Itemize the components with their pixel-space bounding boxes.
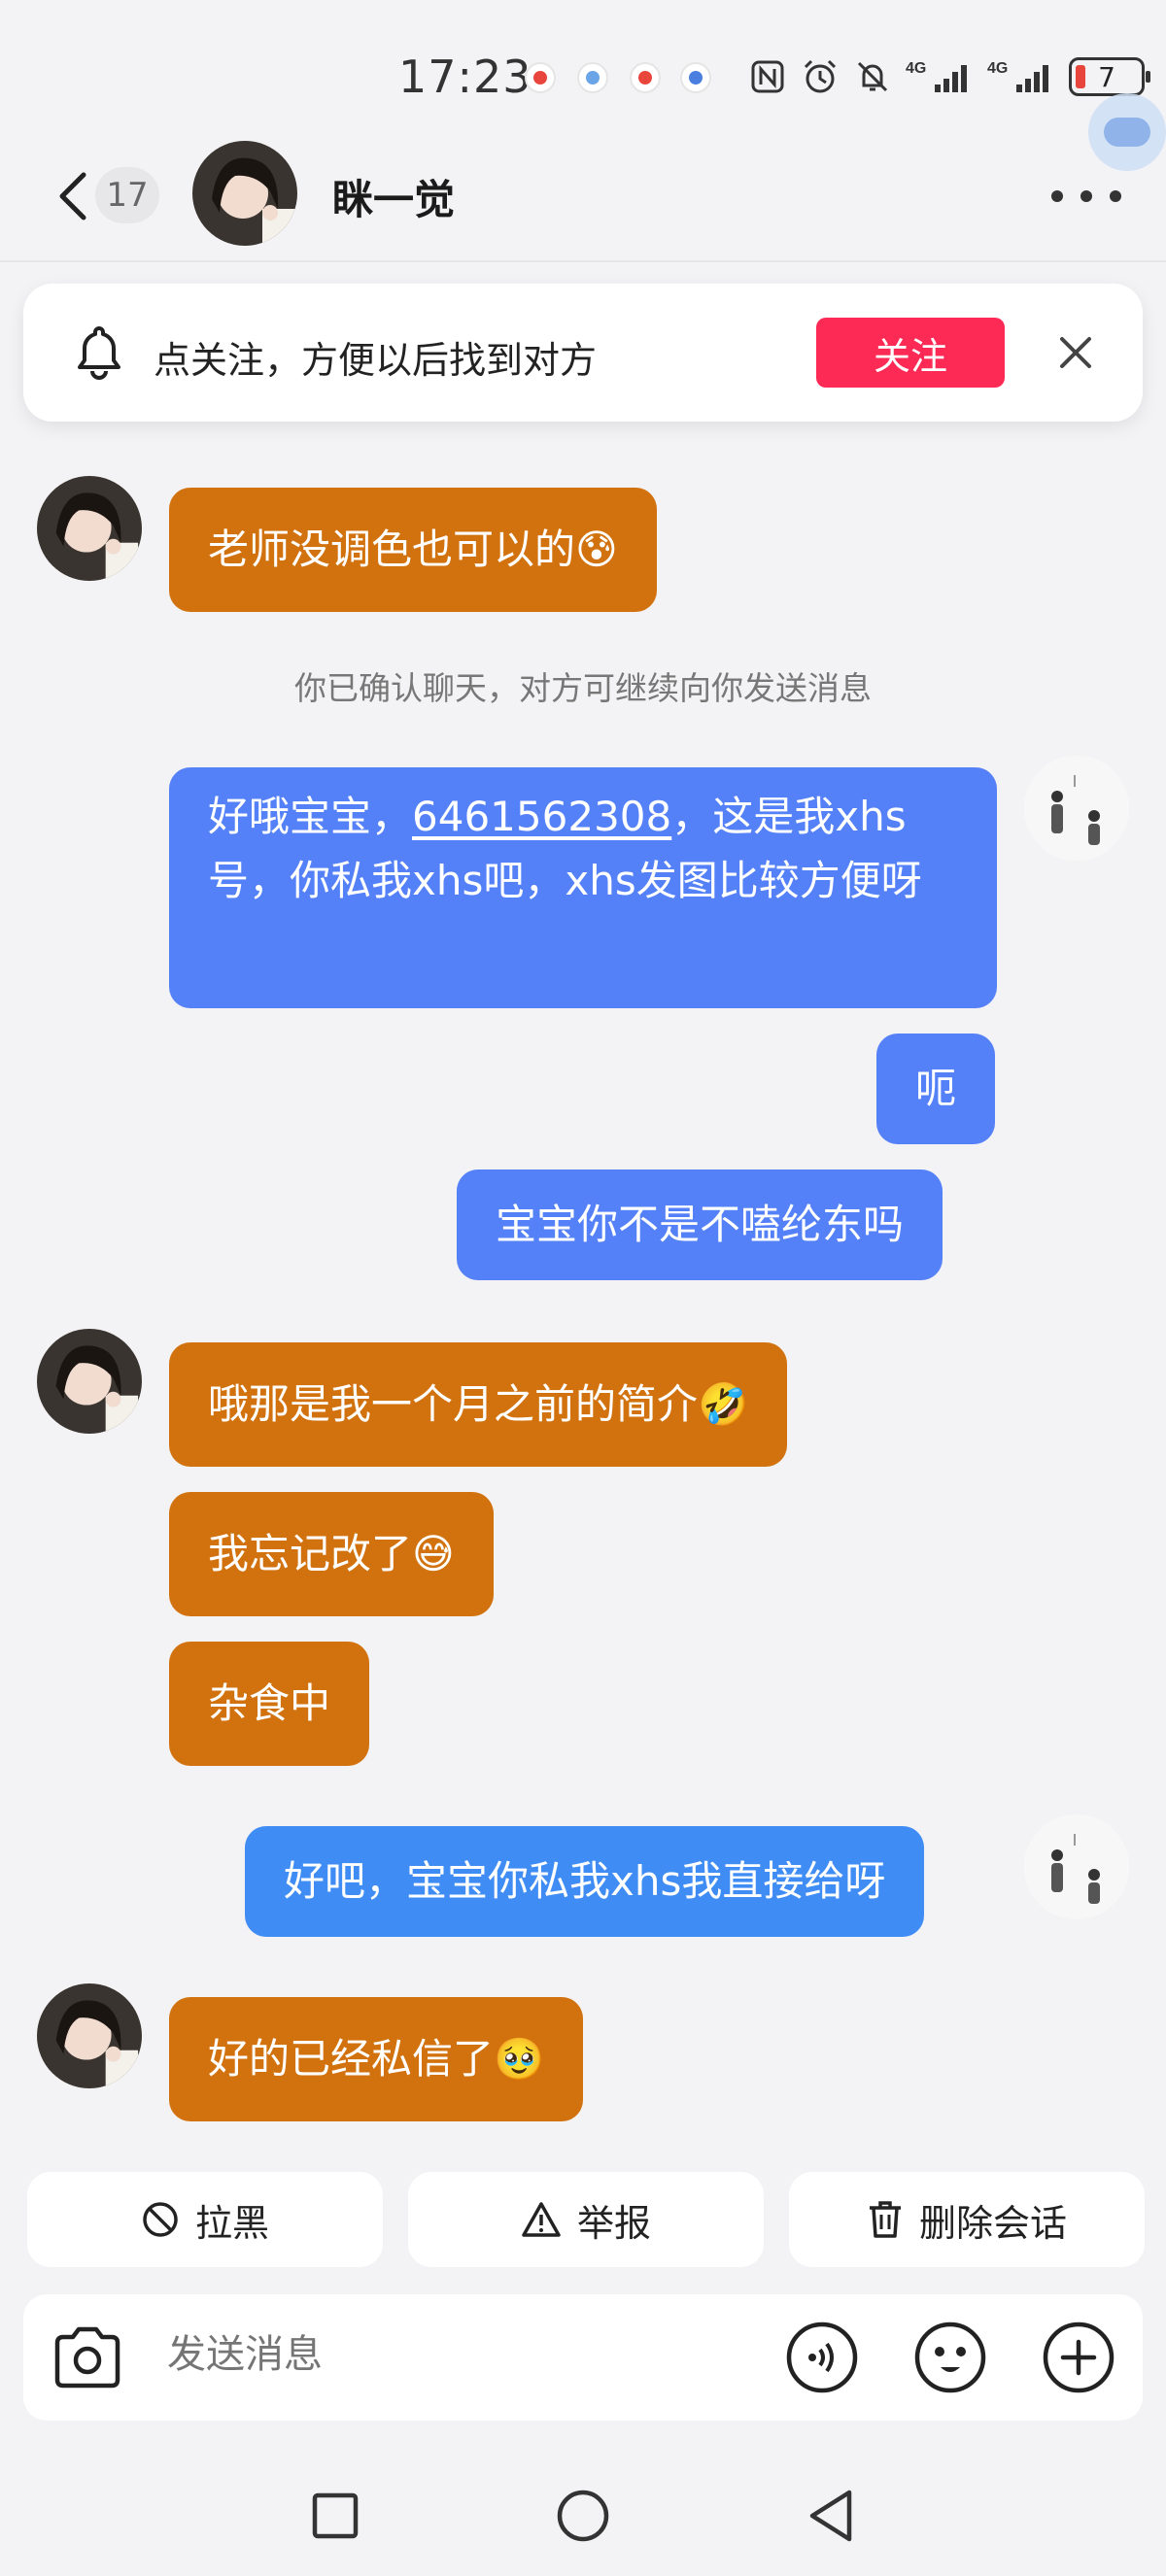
warning-icon: [522, 2202, 561, 2237]
unread-count-badge: 17: [95, 167, 159, 223]
phone-number-link[interactable]: 6461562308: [412, 793, 671, 840]
close-icon: [1060, 337, 1091, 368]
nfc-icon: [748, 57, 787, 96]
incoming-message-bubble[interactable]: 我忘记改了😅: [169, 1492, 494, 1616]
block-button[interactable]: 拉黑: [27, 2172, 383, 2267]
plus-icon: [1043, 2322, 1115, 2393]
notification-app-icon: [680, 62, 711, 93]
incoming-message-bubble[interactable]: 老师没调色也可以的😰: [169, 488, 657, 612]
outgoing-message-bubble[interactable]: 呃: [876, 1034, 996, 1144]
notification-app-icon: [525, 62, 556, 93]
add-button[interactable]: [1042, 2321, 1115, 2394]
block-label: 拉黑: [194, 2201, 269, 2245]
voice-icon: [786, 2322, 858, 2393]
trash-icon: [869, 2201, 901, 2238]
more-options-button[interactable]: [1051, 175, 1121, 218]
chevron-left-icon: [59, 172, 86, 220]
triangle-back-icon: [809, 2490, 852, 2542]
my-avatar[interactable]: [1024, 1814, 1129, 1919]
delete-conversation-button[interactable]: 删除会话: [789, 2172, 1145, 2267]
outgoing-message-bubble[interactable]: 好吧，宝宝你私我xhs我直接给呀: [245, 1826, 925, 1937]
outgoing-message-bubble[interactable]: 宝宝你不是不嗑纶东吗: [457, 1169, 943, 1280]
mute-icon: [853, 57, 892, 96]
contact-name[interactable]: 眯一觉: [332, 167, 455, 226]
header-divider: [0, 260, 1166, 262]
back-nav-button[interactable]: [802, 2487, 860, 2545]
bell-icon: [72, 322, 126, 381]
emoji-button[interactable]: [913, 2321, 987, 2394]
status-time: 17:23: [398, 51, 532, 103]
camera-icon: [54, 2326, 120, 2389]
chat-header: [0, 146, 1166, 262]
system-notice: 你已确认聊天，对方可继续向你发送消息: [294, 669, 872, 707]
report-label: 举报: [576, 2201, 651, 2245]
recent-apps-button[interactable]: [306, 2487, 364, 2545]
camera-button[interactable]: [51, 2321, 124, 2394]
follow-button[interactable]: 关注: [816, 318, 1005, 388]
circle-icon: [557, 2490, 609, 2542]
close-banner-button[interactable]: [1051, 328, 1100, 377]
my-avatar[interactable]: [1024, 756, 1129, 861]
block-icon: [143, 2202, 178, 2237]
svg-text:4G: 4G: [987, 60, 1008, 77]
follow-banner-text: 点关注，方便以后找到对方: [154, 339, 598, 382]
outgoing-message-bubble[interactable]: 好哦宝宝，6461562308，这是我xhs号，你私我xhs吧，xhs发图比较方…: [169, 767, 997, 1008]
home-button[interactable]: [554, 2487, 612, 2545]
signal-icon: 4G: [987, 57, 1055, 96]
signal-icon: 4G: [906, 57, 974, 96]
message-text: 好哦宝宝，: [208, 793, 413, 840]
emoji-icon: [914, 2322, 986, 2393]
contact-avatar-small[interactable]: [37, 1329, 142, 1434]
voice-button[interactable]: [785, 2321, 859, 2394]
square-icon: [312, 2492, 359, 2539]
svg-text:4G: 4G: [906, 60, 926, 77]
notification-app-icon: [577, 62, 608, 93]
alarm-icon: [801, 57, 840, 96]
system-status-icons: 4G 4G 7: [748, 52, 1150, 101]
message-input[interactable]: [167, 2332, 731, 2377]
incoming-message-bubble[interactable]: 哦那是我一个月之前的简介🤣: [169, 1342, 788, 1467]
battery-icon: 7: [1069, 57, 1150, 96]
delete-label: 删除会话: [918, 2201, 1067, 2245]
notification-app-icon: [630, 62, 661, 93]
report-button[interactable]: 举报: [408, 2172, 764, 2267]
contact-avatar-small[interactable]: [37, 1983, 142, 2088]
contact-avatar-small[interactable]: [37, 476, 142, 581]
incoming-message-bubble[interactable]: 杂食中: [169, 1642, 370, 1766]
back-button[interactable]: [49, 165, 97, 227]
incoming-message-bubble[interactable]: 好的已经私信了🥹: [169, 1997, 584, 2121]
contact-avatar[interactable]: [192, 141, 297, 246]
